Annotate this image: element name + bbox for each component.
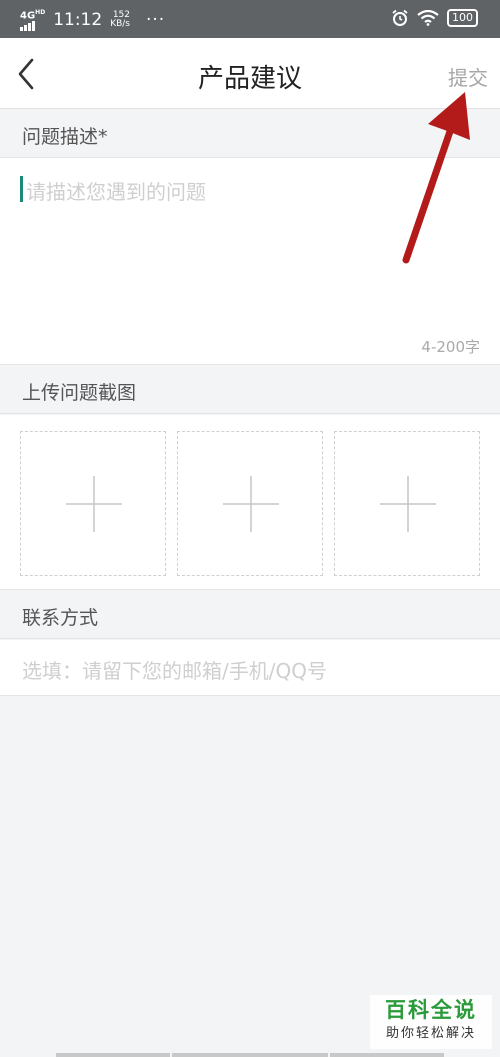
- contact-label: 联系方式: [22, 607, 99, 629]
- add-screenshot-slot-2[interactable]: [177, 431, 323, 576]
- add-screenshot-slot-3[interactable]: [334, 431, 480, 576]
- nav-gesture-bar-left: [56, 1053, 170, 1057]
- more-notifications-icon: ···: [146, 9, 166, 30]
- battery-indicator: 100: [447, 9, 478, 27]
- screenshot-section-header: 上传问题截图: [0, 366, 500, 414]
- description-placeholder: 请描述您遇到的问题: [26, 180, 206, 204]
- signal-indicator: 4GHD: [20, 8, 46, 32]
- contact-input[interactable]: 选填：请留下您的邮箱/手机/QQ号: [0, 640, 500, 696]
- contact-placeholder: 选填：请留下您的邮箱/手机/QQ号: [22, 659, 327, 683]
- plus-icon: [223, 476, 279, 532]
- watermark-slogan: 助你轻松解决: [385, 1026, 476, 1041]
- contact-section-header: 联系方式: [0, 591, 500, 639]
- network-type: 4G: [20, 10, 36, 22]
- plus-icon: [380, 476, 436, 532]
- submit-button[interactable]: 提交: [448, 62, 488, 91]
- status-bar: 4GHD 11:12 152 KB/s ··· 100: [0, 0, 500, 38]
- screenshot-label: 上传问题截图: [22, 382, 137, 404]
- character-counter: 4-200字: [421, 338, 480, 356]
- network-hd: HD: [35, 9, 46, 16]
- watermark-brand: 百科全说: [385, 998, 477, 1022]
- nav-gesture-bar-center: [172, 1053, 328, 1057]
- signal-bars-icon: [20, 21, 45, 32]
- description-label: 问题描述*: [22, 126, 108, 148]
- nav-bar: 产品建议 提交: [0, 38, 500, 109]
- description-textarea[interactable]: 请描述您遇到的问题 4-200字: [0, 158, 500, 365]
- watermark-logo: 百科全说 助你轻松解决: [370, 995, 492, 1049]
- text-cursor: [20, 176, 23, 202]
- nav-gesture-bar-right: [330, 1053, 444, 1057]
- add-screenshot-slot-1[interactable]: [20, 431, 166, 576]
- description-section-header: 问题描述*: [0, 110, 500, 158]
- alarm-icon: [392, 9, 408, 26]
- plus-icon: [66, 476, 122, 532]
- page-title: 产品建议: [197, 64, 302, 94]
- network-speed: 152 KB/s: [110, 10, 130, 29]
- speed-unit: KB/s: [110, 18, 130, 29]
- clock: 11:12: [53, 9, 103, 30]
- wifi-icon: [417, 10, 439, 26]
- screenshot-upload-area: [0, 415, 500, 590]
